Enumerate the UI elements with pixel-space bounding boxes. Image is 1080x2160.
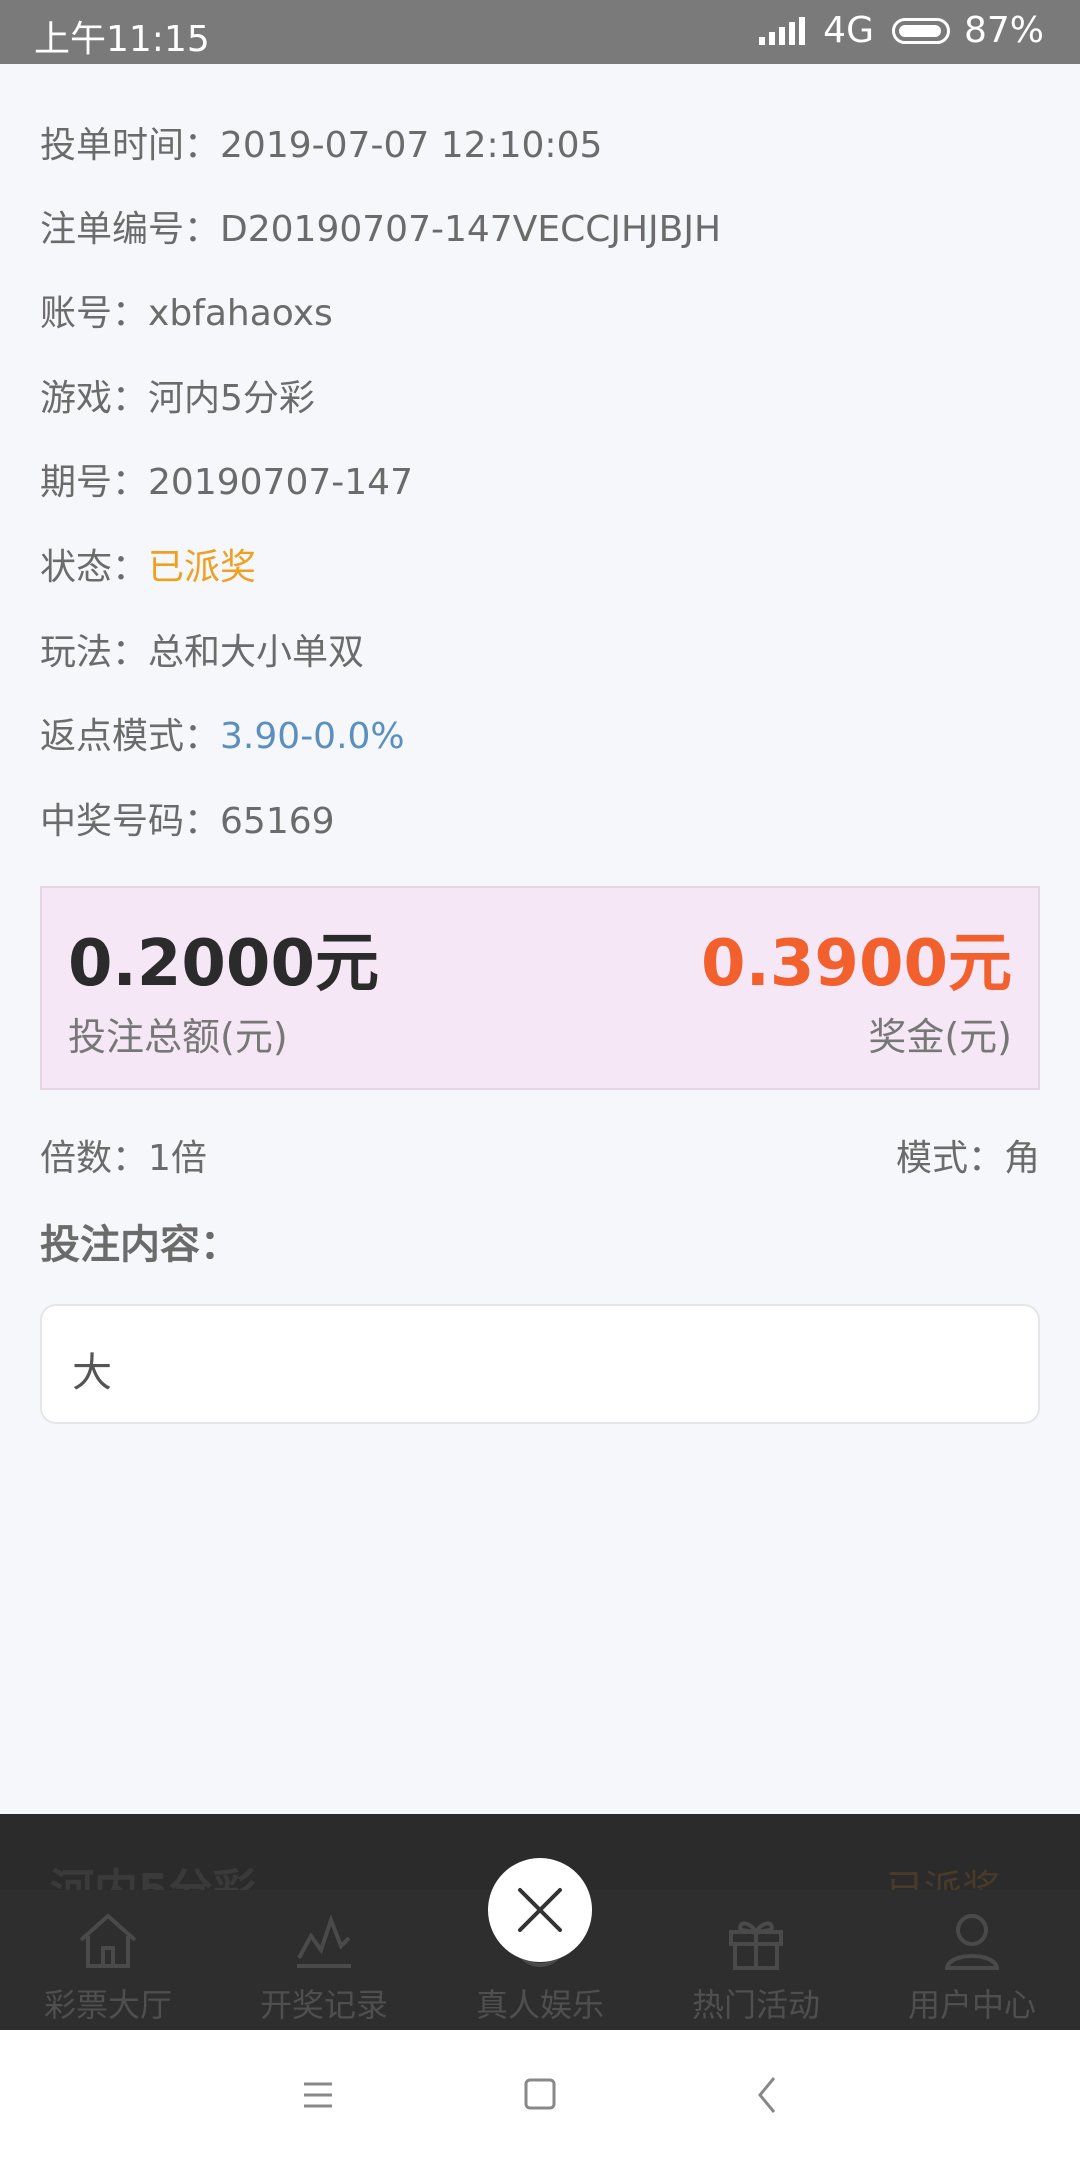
detail-row-winning-number: 中奖号码：65169 (40, 801, 335, 842)
tab-draw-records[interactable]: 开奖记录 (216, 1890, 432, 2030)
detail-value: 总和大小单双 (148, 632, 365, 673)
system-nav-bar (0, 2030, 1080, 2160)
detail-value: xbfahaoxs (148, 293, 333, 334)
detail-value: 2019-07-07 12:10:05 (220, 125, 603, 166)
tab-hot-activities[interactable]: 热门活动 (648, 1890, 864, 2030)
network-type: 4G (823, 10, 874, 51)
detail-label: 期号 (40, 462, 113, 503)
detail-label: 返点模式 (40, 716, 185, 757)
prize-amount: 0.3900元 (701, 927, 1012, 1001)
user-icon (944, 1914, 1000, 1970)
close-icon (518, 1888, 562, 1932)
multiplier: 倍数：1倍 (40, 1138, 207, 1179)
status-bar: 上午11:15 4G 87% (0, 0, 1080, 64)
tab-label: 用户中心 (907, 1986, 1036, 2024)
detail-value: 20190707-147 (148, 462, 413, 503)
amount-summary-card: 0.2000元 投注总额(元) 0.3900元 奖金(元) (40, 886, 1040, 1090)
menu-nav-button[interactable] (278, 2060, 358, 2130)
battery-icon (891, 17, 950, 44)
home-nav-button[interactable] (500, 2060, 580, 2130)
detail-label: 账号 (40, 293, 113, 334)
detail-row-play: 玩法：总和大小单双 (40, 632, 365, 673)
tab-label: 彩票大厅 (43, 1986, 172, 2024)
status-time: 上午11:15 (34, 19, 210, 60)
back-icon (758, 2077, 776, 2113)
tab-label: 开奖记录 (259, 1986, 388, 2024)
detail-row-rebate: 返点模式：3.90-0.0% (40, 716, 405, 757)
detail-label: 状态 (40, 547, 113, 588)
detail-row-issue: 期号：20190707-147 (40, 462, 413, 503)
tab-lottery-hall[interactable]: 彩票大厅 (0, 1890, 216, 2030)
status-right: 4G 87% (759, 10, 1044, 51)
detail-value: 65169 (220, 801, 335, 842)
tab-user-center[interactable]: 用户中心 (864, 1890, 1080, 2030)
detail-value: D20190707-147VECCJHJBJH (220, 209, 722, 250)
menu-icon (304, 2082, 332, 2108)
home-icon (79, 1913, 137, 1968)
chart-icon (297, 1914, 351, 1968)
signal-icon (759, 16, 809, 45)
status-value: 已派奖 (148, 547, 257, 588)
detail-row-game: 游戏：河内5分彩 (40, 378, 315, 419)
bet-amount-label: 投注总额(元) (68, 1015, 288, 1059)
mode: 模式：角 (895, 1138, 1040, 1179)
detail-label: 玩法 (40, 632, 113, 673)
battery-percent: 87% (963, 10, 1044, 51)
bet-content-box: 大 (40, 1304, 1040, 1424)
detail-row-account: 账号：xbfahaoxs (40, 293, 333, 334)
gift-icon (729, 1921, 783, 1970)
detail-label: 中奖号码 (40, 801, 185, 842)
rebate-value: 3.90-0.0% (220, 716, 405, 757)
bet-detail-content: 投单时间：2019-07-07 12:10:05 注单编号：D20190707-… (0, 64, 1080, 1814)
detail-row-bet-time: 投单时间：2019-07-07 12:10:05 (40, 125, 603, 166)
prize-label: 奖金(元) (868, 1015, 1012, 1059)
detail-row-status: 状态：已派奖 (40, 547, 257, 588)
bet-content-text: 大 (72, 1350, 112, 1396)
bet-content-title: 投注内容： (40, 1222, 240, 1268)
detail-label: 游戏 (40, 378, 113, 419)
tab-label: 热门活动 (691, 1986, 820, 2024)
close-button[interactable] (488, 1858, 592, 1962)
bet-amount: 0.2000元 (68, 927, 379, 1001)
square-home-icon (524, 2078, 556, 2110)
detail-label: 注单编号 (40, 209, 185, 250)
detail-row-bet-number: 注单编号：D20190707-147VECCJHJBJH (40, 209, 722, 250)
detail-value: 河内5分彩 (148, 378, 315, 419)
back-nav-button[interactable] (728, 2060, 808, 2130)
detail-label: 投单时间 (40, 125, 185, 166)
tab-label: 真人娱乐 (475, 1986, 604, 2024)
